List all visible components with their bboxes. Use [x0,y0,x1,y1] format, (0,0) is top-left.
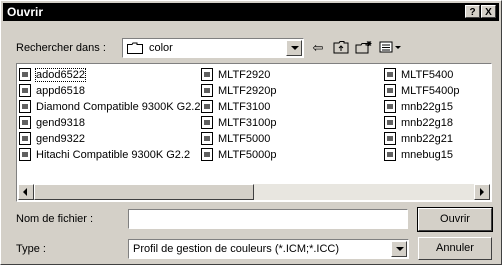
file-item[interactable]: mnb22g18 [383,115,460,131]
up-folder-icon[interactable] [332,40,350,56]
view-menu-icon[interactable] [378,40,404,56]
color-profile-icon [201,84,213,97]
filetype-dropdown-button[interactable] [391,241,407,257]
color-profile-icon [201,132,213,145]
color-profile-icon [19,132,31,145]
close-button[interactable]: X [481,5,496,18]
file-item[interactable]: gend9322 [18,131,200,147]
lookin-dropdown-button[interactable] [286,40,302,56]
scroll-left-button[interactable] [18,184,34,200]
open-dialog: Ouvrir ? X Rechercher dans : color ⇦ ado… [0,0,502,265]
file-item[interactable]: MLTF2920p [200,83,277,99]
scroll-thumb[interactable] [34,184,254,200]
new-folder-icon[interactable] [355,40,373,56]
file-item[interactable]: gend9318 [18,115,200,131]
file-item[interactable]: MLTF3100p [200,115,277,131]
filetype-value: Profil de gestion de couleurs (*.ICM;*.I… [133,243,340,255]
color-profile-icon [201,100,213,113]
file-item[interactable]: mnb22g15 [383,99,460,115]
filename-label: Nom de fichier : [16,213,94,225]
file-item[interactable]: MLTF3100 [200,99,277,115]
color-profile-icon [201,116,213,129]
color-profile-icon [19,116,31,129]
lookin-value: color [149,42,173,54]
file-item[interactable]: MLTF5400 [383,67,460,83]
color-profile-icon [384,132,396,145]
color-profile-icon [201,68,213,81]
file-item[interactable]: MLTF2920 [200,67,277,83]
scroll-right-button[interactable] [474,184,490,200]
file-item[interactable]: mnebug15 [383,147,460,163]
filetype-combo[interactable]: Profil de gestion de couleurs (*.ICM;*.I… [128,239,409,259]
color-profile-icon [384,148,396,161]
help-button[interactable]: ? [465,5,480,18]
filetype-label: Type : [16,243,46,255]
file-item[interactable]: MLTF5000p [200,147,277,163]
open-button[interactable]: Ouvrir [417,207,493,232]
file-column-3: MLTF5400 MLTF5400p mnb22g15 mnb22g18 mnb… [383,67,460,163]
file-column-1: adod6522 appd6518 Diamond Compatible 930… [18,67,200,163]
color-profile-icon [19,100,31,113]
lookin-combo[interactable]: color [122,38,304,58]
title-bar: Ouvrir ? X [3,3,499,21]
file-item[interactable]: Hitachi Compatible 9300K G2.2 [18,147,200,163]
filename-input[interactable] [128,209,408,229]
file-item[interactable]: MLTF5400p [383,83,460,99]
dialog-title: Ouvrir [7,5,44,19]
horizontal-scrollbar[interactable] [18,184,490,200]
cancel-button[interactable]: Annuler [418,237,492,260]
color-profile-icon [384,100,396,113]
file-list[interactable]: adod6522 appd6518 Diamond Compatible 930… [16,63,492,202]
file-item[interactable]: Diamond Compatible 9300K G2.2 [18,99,200,115]
file-column-2: MLTF2920 MLTF2920p MLTF3100 MLTF3100p ML… [200,67,277,163]
color-profile-icon [384,68,396,81]
back-arrow-icon[interactable]: ⇦ [309,40,327,56]
color-profile-icon [384,84,396,97]
color-profile-icon [201,148,213,161]
color-profile-icon [19,148,31,161]
file-item[interactable]: mnb22g21 [383,131,460,147]
lookin-label: Rechercher dans : [16,42,106,54]
folder-icon [127,42,143,54]
file-item[interactable]: adod6522 [18,67,200,83]
file-item[interactable]: MLTF5000 [200,131,277,147]
color-profile-icon [384,116,396,129]
color-profile-icon [19,84,31,97]
file-item[interactable]: appd6518 [18,83,200,99]
color-profile-icon [19,68,31,81]
